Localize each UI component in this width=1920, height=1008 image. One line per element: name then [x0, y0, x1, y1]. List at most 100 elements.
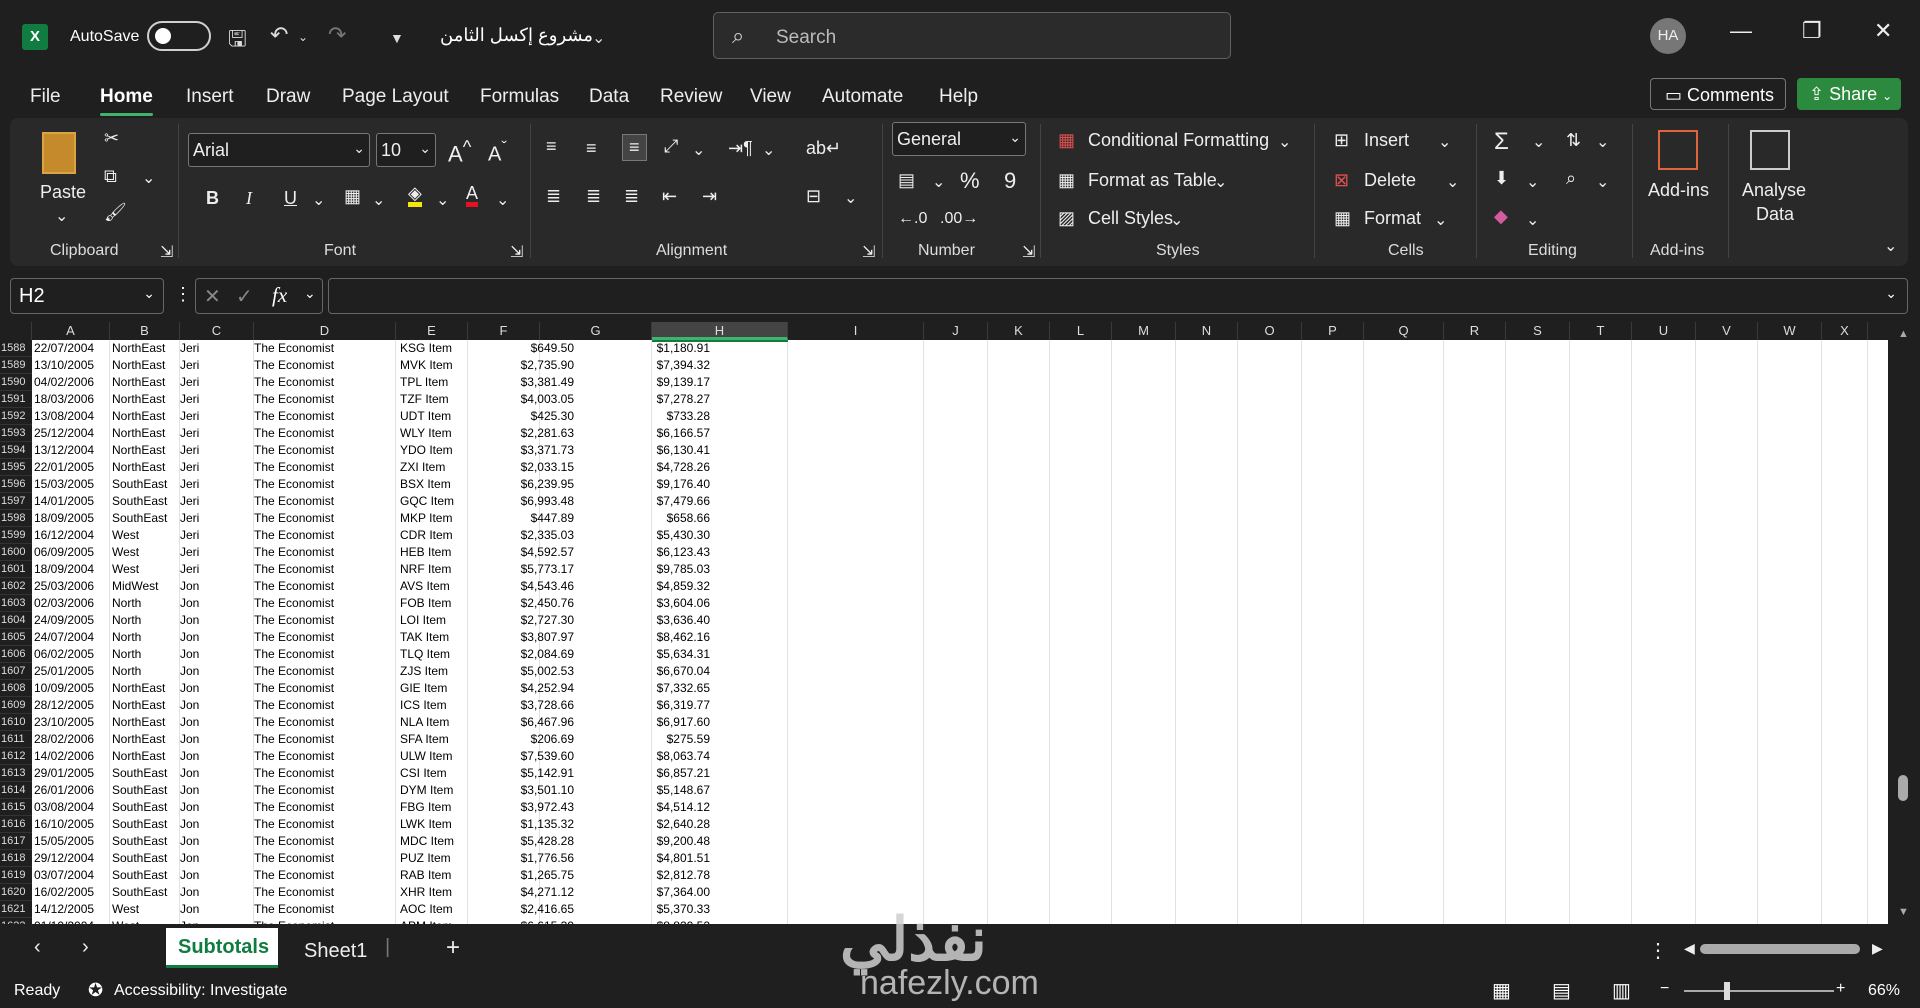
align-bottom-icon[interactable]: ≡: [622, 134, 647, 161]
insert-cells-button[interactable]: Insert: [1364, 130, 1409, 151]
cell-f[interactable]: $206.69: [468, 731, 574, 748]
cell-a[interactable]: 15/05/2005: [34, 833, 110, 850]
tab-insert[interactable]: Insert: [186, 86, 234, 108]
vertical-scrollbar[interactable]: ▲ ▼: [1888, 322, 1920, 924]
cell-g[interactable]: $6,857.21: [578, 765, 710, 782]
cell-f[interactable]: $3,381.49: [468, 374, 574, 391]
borders-dropdown-icon[interactable]: ⌄: [372, 190, 385, 210]
insert-dropdown-icon[interactable]: ⌄: [1438, 132, 1451, 152]
cell-g[interactable]: $4,801.51: [578, 850, 710, 867]
cell-e[interactable]: AVS Item: [400, 578, 470, 595]
hscroll-right-icon[interactable]: ▶: [1872, 940, 1883, 957]
cell-e[interactable]: ZJS Item: [400, 663, 470, 680]
worksheet-grid[interactable]: ABCDEFGHIJKLMNOPQRSTUVWX 1588 1589 1590 159…: [0, 322, 1920, 924]
next-sheet-icon[interactable]: ›: [82, 936, 89, 959]
cell-b[interactable]: NorthEast: [112, 697, 180, 714]
fill-color-icon[interactable]: ◈: [408, 184, 422, 207]
column-header-w[interactable]: W: [1758, 322, 1822, 340]
decrease-indent-icon[interactable]: ⇤: [662, 186, 677, 207]
formula-input[interactable]: ⌄: [328, 278, 1908, 314]
cell-d[interactable]: The Economist: [254, 765, 392, 782]
scroll-up-icon[interactable]: ▲: [1898, 328, 1909, 340]
cell-g[interactable]: $6,123.43: [578, 544, 710, 561]
cell-a[interactable]: 18/09/2004: [34, 561, 110, 578]
cell-a[interactable]: 29/12/2004: [34, 850, 110, 867]
row-header[interactable]: 1597: [0, 493, 32, 510]
cell-d[interactable]: The Economist: [254, 663, 392, 680]
cell-g[interactable]: $275.59: [578, 731, 710, 748]
cell-f[interactable]: $3,807.97: [468, 629, 574, 646]
cell-c[interactable]: Jon: [180, 612, 250, 629]
font-color-icon[interactable]: A: [466, 184, 479, 207]
row-header[interactable]: 1617: [0, 833, 32, 850]
row-header[interactable]: 1620: [0, 884, 32, 901]
cell-b[interactable]: North: [112, 646, 180, 663]
cell-c[interactable]: Jon: [180, 816, 250, 833]
tab-automate[interactable]: Automate: [822, 86, 903, 108]
clear-dropdown-icon[interactable]: ⌄: [1526, 210, 1539, 230]
row-header[interactable]: 1614: [0, 782, 32, 799]
fill-color-dropdown-icon[interactable]: ⌄: [436, 190, 449, 210]
italic-icon[interactable]: I: [246, 188, 252, 209]
zoom-in-icon[interactable]: +: [1836, 980, 1845, 998]
cell-d[interactable]: The Economist: [254, 680, 392, 697]
cell-f[interactable]: $6,615.39: [468, 918, 574, 924]
row-header[interactable]: 1607: [0, 663, 32, 680]
cell-b[interactable]: North: [112, 663, 180, 680]
cell-f[interactable]: $1,776.56: [468, 850, 574, 867]
cell-a[interactable]: 24/09/2005: [34, 612, 110, 629]
column-header-d[interactable]: D: [254, 322, 396, 340]
column-header-h[interactable]: H: [652, 322, 788, 340]
cell-a[interactable]: 14/12/2005: [34, 901, 110, 918]
cell-e[interactable]: MDC Item: [400, 833, 470, 850]
row-header[interactable]: 1622: [0, 918, 32, 924]
cell-d[interactable]: The Economist: [254, 374, 392, 391]
row-header[interactable]: 1608: [0, 680, 32, 697]
cell-e[interactable]: TLQ Item: [400, 646, 470, 663]
addins-button[interactable]: Add-ins: [1648, 180, 1709, 201]
cell-g[interactable]: $5,634.31: [578, 646, 710, 663]
cell-a[interactable]: 15/03/2005: [34, 476, 110, 493]
cell-d[interactable]: The Economist: [254, 731, 392, 748]
fill-icon[interactable]: ⬇: [1494, 168, 1509, 189]
merge-dropdown-icon[interactable]: ⌄: [844, 188, 857, 208]
cell-d[interactable]: The Economist: [254, 340, 392, 357]
row-header[interactable]: 1615: [0, 799, 32, 816]
cell-e[interactable]: TPL Item: [400, 374, 470, 391]
cell-e[interactable]: FBG Item: [400, 799, 470, 816]
cell-b[interactable]: NorthEast: [112, 374, 180, 391]
cell-a[interactable]: 01/10/2004: [34, 918, 110, 924]
cell-d[interactable]: The Economist: [254, 476, 392, 493]
cancel-icon[interactable]: ✕: [204, 284, 221, 309]
cell-e[interactable]: MKP Item: [400, 510, 470, 527]
cell-f[interactable]: $7,539.60: [468, 748, 574, 765]
cell-e[interactable]: LWK Item: [400, 816, 470, 833]
cell-f[interactable]: $2,335.03: [468, 527, 574, 544]
row-header[interactable]: 1591: [0, 391, 32, 408]
row-header[interactable]: 1609: [0, 697, 32, 714]
row-header[interactable]: 1621: [0, 901, 32, 918]
cell-g[interactable]: $733.28: [578, 408, 710, 425]
vertical-scroll-thumb[interactable]: [1898, 775, 1908, 801]
cell-b[interactable]: SouthEast: [112, 476, 180, 493]
column-header-o[interactable]: O: [1238, 322, 1302, 340]
cell-c[interactable]: Jon: [180, 799, 250, 816]
row-header[interactable]: 1590: [0, 374, 32, 391]
cell-g[interactable]: $6,670.04: [578, 663, 710, 680]
cell-a[interactable]: 26/01/2006: [34, 782, 110, 799]
format-as-table-dropdown-icon[interactable]: ⌄: [1214, 172, 1227, 192]
cell-a[interactable]: 06/09/2005: [34, 544, 110, 561]
cell-e[interactable]: NRF Item: [400, 561, 470, 578]
cell-c[interactable]: Jeri: [180, 544, 250, 561]
cell-g[interactable]: $7,332.65: [578, 680, 710, 697]
cell-f[interactable]: $4,543.46: [468, 578, 574, 595]
copy-dropdown-icon[interactable]: ⌄: [142, 168, 155, 188]
alignment-launcher-icon[interactable]: ⇲: [862, 242, 875, 262]
row-header[interactable]: 1596: [0, 476, 32, 493]
tab-formulas[interactable]: Formulas: [480, 86, 559, 108]
cell-c[interactable]: Jon: [180, 884, 250, 901]
row-header[interactable]: 1589: [0, 357, 32, 374]
cell-e[interactable]: KSG Item: [400, 340, 470, 357]
cell-a[interactable]: 28/12/2005: [34, 697, 110, 714]
cell-b[interactable]: NorthEast: [112, 731, 180, 748]
